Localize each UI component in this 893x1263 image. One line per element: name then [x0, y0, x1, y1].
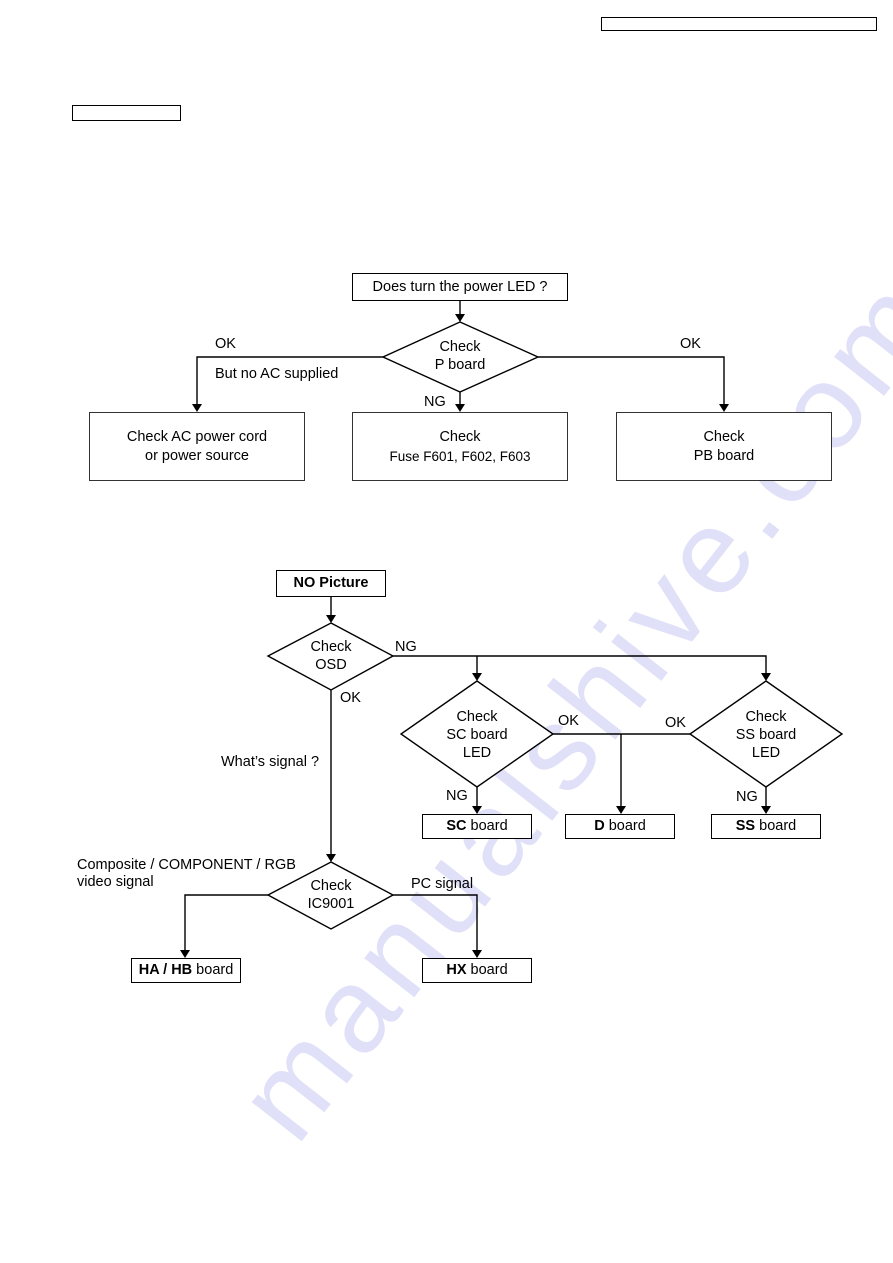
label-ss-ng: NG: [736, 789, 758, 805]
arrow-head: [472, 806, 482, 814]
board-suffix: board: [192, 962, 234, 978]
result-line: PB board: [693, 447, 755, 464]
result-d-board: D board: [565, 814, 675, 839]
label-ng-down: NG: [424, 394, 446, 410]
board-code: HX: [446, 962, 467, 978]
result-hx-board: HX board: [422, 958, 532, 983]
arrow-head: [761, 673, 771, 681]
label-no-ac: But no AC supplied: [215, 366, 339, 382]
start-label: Does turn the power LED ?: [372, 278, 548, 295]
result-line: Check AC power cord: [126, 428, 268, 445]
decision-line: LED: [462, 745, 492, 761]
label-line: video signal: [77, 874, 154, 890]
arrow-head: [455, 314, 465, 322]
result-check-pb-board: Check PB board: [616, 412, 832, 481]
start-no-picture: NO Picture: [276, 570, 386, 597]
label-ss-ok: OK: [665, 715, 686, 731]
decision-line: Check: [439, 339, 481, 355]
label-line: Composite / COMPONENT / RGB: [77, 857, 296, 873]
result-check-fuses: Check Fuse F601, F602, F603: [352, 412, 568, 481]
connector-pc: [393, 894, 478, 951]
decision-line: P board: [434, 357, 486, 373]
connector-ok-right: [538, 356, 725, 406]
decision-line: IC9001: [307, 896, 355, 912]
arrow-head: [472, 950, 482, 958]
label-sc-ng: NG: [446, 788, 468, 804]
board-suffix: board: [604, 818, 646, 834]
label-osd-ok: OK: [340, 690, 361, 706]
arrow-head: [326, 854, 336, 862]
arrow-head: [472, 673, 482, 681]
decision-ss-led: Check SS board LED: [716, 708, 816, 762]
result-sc-board: SC board: [422, 814, 532, 839]
start-label: NO Picture: [293, 575, 369, 591]
decision-line: Check: [456, 709, 498, 725]
board-code: SS: [735, 818, 756, 834]
arrow-head: [455, 404, 465, 412]
label-video-signal: Composite / COMPONENT / RGB video signal: [77, 857, 296, 891]
result-ss-board: SS board: [711, 814, 821, 839]
arrow-head: [326, 615, 336, 623]
start-power-led-question: Does turn the power LED ?: [352, 273, 568, 301]
result-line: or power source: [145, 447, 249, 464]
arrow-head: [616, 806, 626, 814]
decision-line: SS board: [735, 727, 797, 743]
result-ha-hb-board: HA / HB board: [131, 958, 241, 983]
decision-ic9001: Check IC9001: [291, 877, 371, 913]
label-ok-left: OK: [215, 336, 236, 352]
decision-osd: Check OSD: [291, 638, 371, 674]
label-signal-question: What’s signal ?: [221, 754, 320, 770]
decision-line: Check: [310, 878, 352, 894]
board-suffix: board: [466, 818, 508, 834]
arrow-head: [180, 950, 190, 958]
label-ok-right: OK: [680, 336, 701, 352]
board-suffix: board: [755, 818, 797, 834]
decision-line: Check: [745, 709, 787, 725]
flowchart-connectors: [180, 300, 844, 958]
label-sc-ok: OK: [558, 713, 579, 729]
result-line: Check: [703, 428, 745, 445]
result-line: Check: [439, 428, 481, 445]
decision-p-board: Check P board: [410, 338, 510, 374]
board-suffix: board: [466, 962, 508, 978]
board-code: HA / HB: [138, 962, 193, 978]
board-code: D: [594, 818, 605, 834]
decision-line: OSD: [315, 657, 347, 673]
label-osd-ng: NG: [395, 639, 417, 655]
decision-line: Check: [310, 639, 352, 655]
result-line: Fuse F601, F602, F603: [389, 448, 531, 464]
board-code: SC: [446, 818, 467, 834]
decision-line: SC board: [446, 727, 508, 743]
decision-line: LED: [751, 745, 781, 761]
connector-osd-ng: [393, 655, 767, 675]
arrow-head: [719, 404, 729, 412]
label-pc-signal: PC signal: [411, 876, 474, 892]
result-check-ac-cord: Check AC power cord or power source: [89, 412, 305, 481]
connector-video: [184, 894, 268, 951]
decision-sc-led: Check SC board LED: [427, 708, 527, 762]
arrow-head: [192, 404, 202, 412]
arrow-head: [761, 806, 771, 814]
